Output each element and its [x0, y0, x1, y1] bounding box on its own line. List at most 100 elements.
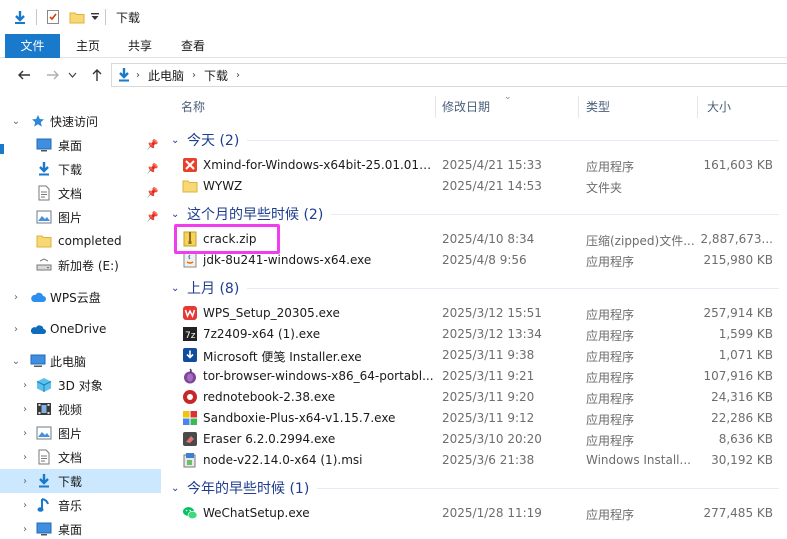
back-button[interactable] [15, 66, 33, 84]
tab-home[interactable]: 主页 [62, 34, 114, 58]
sidebar-item-pc-desktop[interactable]: › 桌面 [0, 517, 161, 539]
sidebar-item-completed[interactable]: completed [0, 229, 161, 253]
column-divider[interactable] [435, 96, 436, 118]
pin-icon[interactable]: 📌 [146, 188, 158, 199]
file-row[interactable]: WeChatSetup.exe 2025/1/28 11:19 应用程序 277… [165, 503, 787, 524]
column-header-name[interactable]: 名称 [181, 92, 431, 122]
chevron-down-icon[interactable]: ⌄ [171, 483, 187, 494]
file-date: 2025/3/11 9:12 [442, 411, 535, 425]
column-header-type[interactable]: 类型 [586, 92, 686, 122]
chevron-down-icon[interactable]: ⌄ [11, 356, 21, 367]
group-header-last-month[interactable]: ⌄ 上月 (8) [165, 277, 787, 299]
tab-view[interactable]: 查看 [166, 34, 220, 58]
pin-icon[interactable]: 📌 [146, 212, 158, 223]
file-row[interactable]: Eraser 6.2.0.2994.exe 2025/3/10 20:20 应用… [165, 429, 787, 450]
file-row[interactable]: rednotebook-2.38.exe 2025/3/11 9:20 应用程序… [165, 387, 787, 408]
chevron-right-icon[interactable]: › [20, 452, 30, 463]
file-date: 2025/3/11 9:20 [442, 390, 535, 404]
tor-icon [182, 368, 198, 384]
breadcrumb-downloads[interactable]: 下载 [204, 67, 228, 84]
properties-icon[interactable] [43, 7, 63, 27]
chevron-down-icon[interactable]: ⌄ [171, 135, 187, 146]
file-row[interactable]: WYWZ 2025/4/21 14:53 文件夹 [165, 176, 787, 197]
onedrive-icon [30, 321, 46, 337]
desktop-icon [36, 521, 52, 537]
installer-icon [182, 347, 198, 363]
column-divider[interactable] [697, 96, 698, 118]
tab-share[interactable]: 共享 [114, 34, 166, 58]
file-date: 2025/4/10 8:34 [442, 232, 535, 246]
sidebar-item-label: 下载 [58, 162, 83, 177]
pin-icon[interactable]: 📌 [146, 164, 158, 175]
file-name: Microsoft 便笺 Installer.exe [203, 350, 362, 364]
file-row[interactable]: tor-browser-windows-x86_64-portabl... 20… [165, 366, 787, 387]
chevron-right-icon[interactable]: › [20, 476, 30, 487]
sidebar-item-this-pc[interactable]: ⌄ 此电脑 [0, 349, 161, 373]
breadcrumb-chevron-icon: › [192, 69, 197, 81]
group-label: 今天 (2) [187, 133, 240, 149]
file-name: Xmind-for-Windows-x64bit-25.01.010... [203, 158, 435, 172]
file-row[interactable]: Xmind-for-Windows-x64bit-25.01.010... 20… [165, 155, 787, 176]
file-name: WPS_Setup_20305.exe [203, 306, 340, 320]
group-header-today[interactable]: ⌄ 今天 (2) [165, 129, 787, 151]
breadcrumb-this-pc[interactable]: 此电脑 [148, 67, 184, 84]
chevron-right-icon[interactable]: › [11, 292, 21, 303]
sidebar-item-wps-cloud[interactable]: › WPS云盘 [0, 285, 161, 309]
sidebar-item-quick-access[interactable]: ⌄ 快速访问 [0, 109, 161, 133]
sidebar-item-pc-pictures[interactable]: › 图片 [0, 421, 161, 445]
sidebar-item-onedrive[interactable]: › OneDrive [0, 317, 161, 341]
file-name: tor-browser-windows-x86_64-portabl... [203, 369, 434, 383]
group-header-earlier-this-year[interactable]: ⌄ 今年的早些时候 (1) [165, 477, 787, 499]
file-size: 277,485 KB [703, 506, 773, 520]
up-button[interactable] [88, 66, 106, 84]
column-header-date[interactable]: 修改日期 [442, 92, 572, 122]
file-date: 2025/3/10 20:20 [442, 432, 542, 446]
chevron-right-icon[interactable]: › [20, 524, 30, 535]
group-divider [317, 487, 779, 489]
sidebar-item-pc-documents[interactable]: › 文档 [0, 445, 161, 469]
download-icon [36, 161, 52, 177]
group-header-earlier-this-month[interactable]: ⌄ 这个月的早些时候 (2) [165, 203, 787, 225]
file-list: 名称 ⌄ 修改日期 类型 大小 ⌄ 今天 (2) Xmind-for-Windo… [165, 92, 787, 539]
file-name: 7z2409-x64 (1).exe [203, 327, 321, 341]
file-row[interactable]: 7z 7z2409-x64 (1).exe 2025/3/12 13:34 应用… [165, 324, 787, 345]
eraser-icon [182, 431, 198, 447]
forward-button[interactable] [44, 66, 62, 84]
file-row[interactable]: Sandboxie-Plus-x64-v1.15.7.exe 2025/3/11… [165, 408, 787, 429]
sidebar-item-label: 快速访问 [50, 114, 99, 129]
column-header-size[interactable]: 大小 [707, 92, 777, 122]
recent-locations-button[interactable] [66, 66, 78, 84]
sidebar-item-drive-e[interactable]: 新加卷 (E:) [0, 253, 161, 277]
group-label: 今年的早些时候 (1) [187, 481, 310, 497]
sidebar-item-videos[interactable]: › 视频 [0, 397, 161, 421]
sidebar-item-pictures[interactable]: 图片 📌 [0, 205, 161, 229]
folder-arrow-icon[interactable] [10, 7, 30, 27]
chevron-down-icon[interactable]: ⌄ [171, 283, 187, 294]
sidebar-item-music[interactable]: › 音乐 [0, 493, 161, 517]
customize-toolbar-icon[interactable] [89, 7, 101, 27]
star-icon [30, 113, 46, 129]
sidebar-item-documents[interactable]: 文档 📌 [0, 181, 161, 205]
chevron-right-icon[interactable]: › [11, 324, 21, 335]
chevron-down-icon[interactable]: ⌄ [171, 209, 187, 220]
sidebar-item-label: 下载 [58, 474, 83, 489]
chevron-right-icon[interactable]: › [20, 428, 30, 439]
file-size: 1,599 KB [718, 327, 773, 341]
sidebar-item-desktop[interactable]: 桌面 📌 [0, 133, 161, 157]
file-row[interactable]: WPS_Setup_20305.exe 2025/3/12 15:51 应用程序… [165, 303, 787, 324]
column-divider[interactable] [578, 96, 579, 118]
tab-file[interactable]: 文件 [5, 34, 60, 58]
sidebar-item-downloads[interactable]: 下载 📌 [0, 157, 161, 181]
file-row[interactable]: node-v22.14.0-x64 (1).msi 2025/3/6 21:38… [165, 450, 787, 471]
file-size: 161,603 KB [703, 158, 773, 172]
chevron-down-icon[interactable]: ⌄ [11, 116, 21, 127]
chevron-right-icon[interactable]: › [20, 500, 30, 511]
chevron-right-icon[interactable]: › [20, 380, 30, 391]
new-folder-icon[interactable] [67, 7, 87, 27]
sidebar-item-pc-downloads[interactable]: › 下载 [0, 469, 161, 493]
sidebar-item-3d-objects[interactable]: › 3D 对象 [0, 373, 161, 397]
pin-icon[interactable]: 📌 [146, 140, 158, 151]
chevron-right-icon[interactable]: › [20, 404, 30, 415]
address-bar[interactable]: › 此电脑 › 下载 › [111, 63, 787, 87]
file-row[interactable]: Microsoft 便笺 Installer.exe 2025/3/11 9:3… [165, 345, 787, 366]
